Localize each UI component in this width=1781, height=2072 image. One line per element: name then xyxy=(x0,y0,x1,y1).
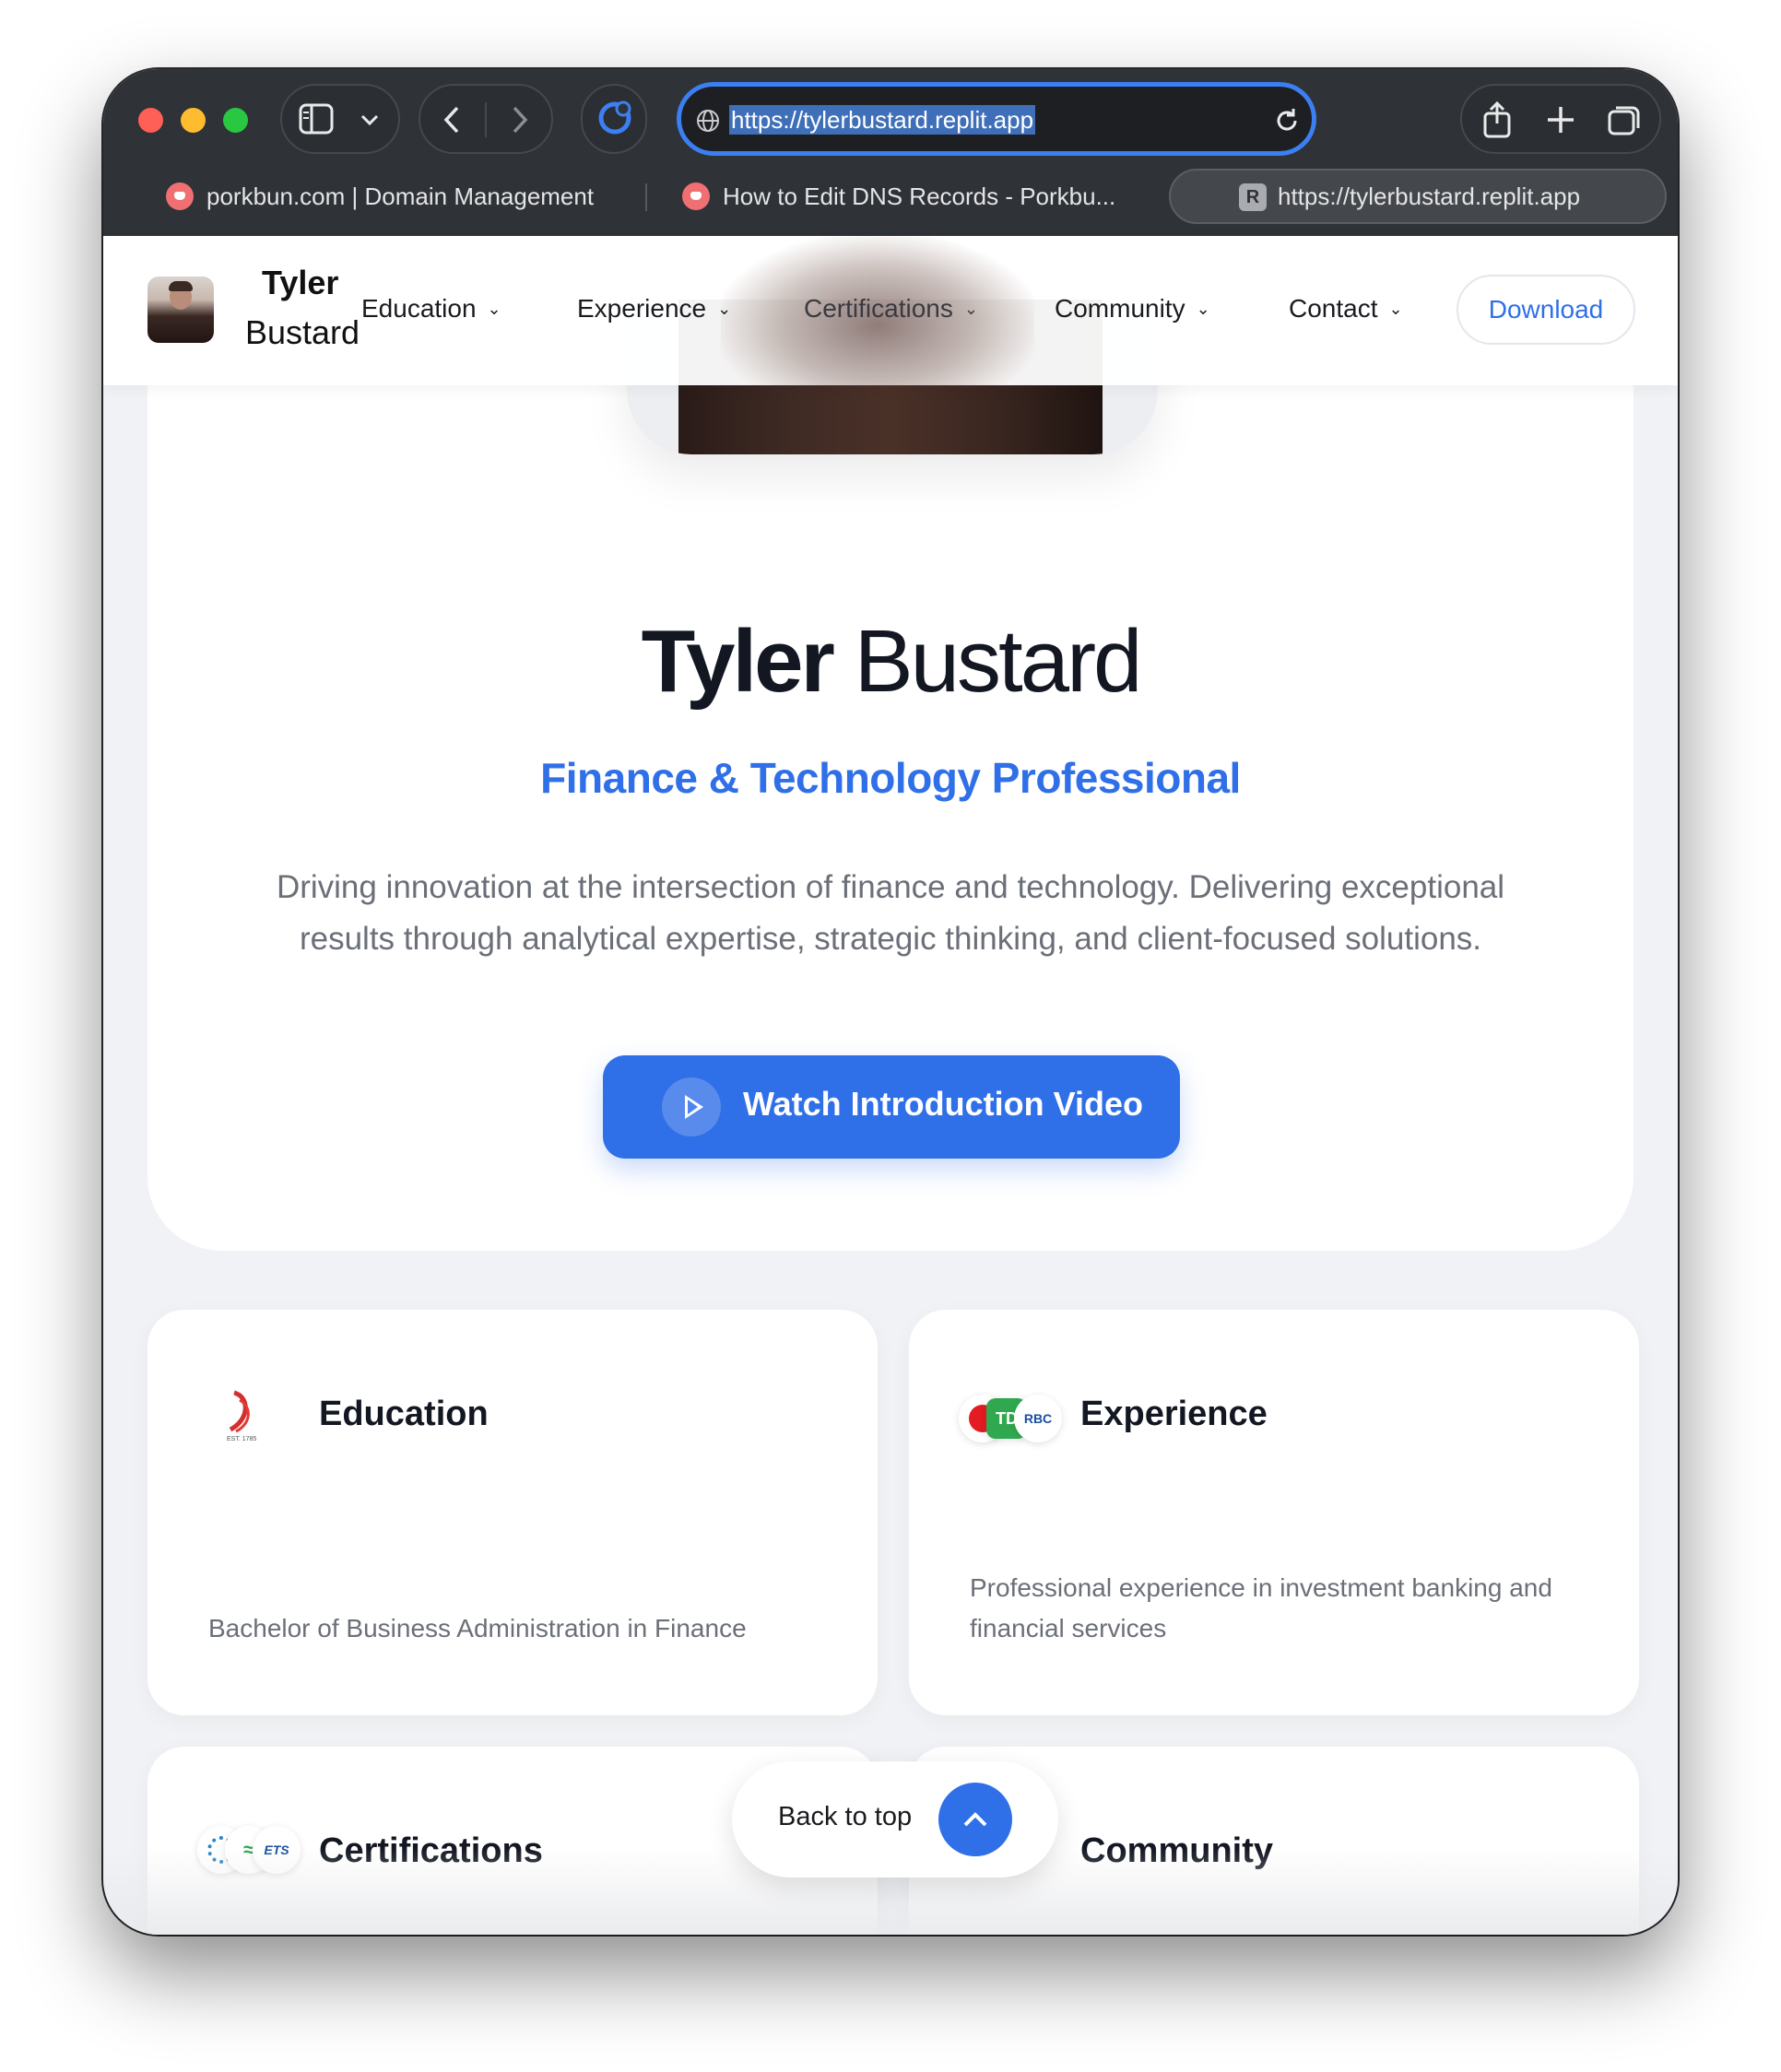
chevron-down-icon: ⌄ xyxy=(487,300,501,318)
nav-item-label: Experience xyxy=(577,294,707,323)
tab-overview-icon[interactable] xyxy=(1606,102,1643,137)
zoom-window-button[interactable] xyxy=(223,108,248,133)
sidebar-icon xyxy=(299,103,334,135)
download-button[interactable]: Download xyxy=(1457,275,1635,345)
hero-name: Tyler Bustard xyxy=(147,611,1634,712)
chevron-down-icon: ⌄ xyxy=(1196,300,1210,318)
minimize-window-button[interactable] xyxy=(181,108,206,133)
porkbun-icon xyxy=(682,182,710,210)
nav-item-experience[interactable]: Experience ⌄ xyxy=(577,294,731,324)
porkbun-icon xyxy=(166,182,194,210)
close-window-button[interactable] xyxy=(138,108,163,133)
hero-description: Driving innovation at the intersection o… xyxy=(276,869,1505,957)
extension-icon xyxy=(598,100,631,135)
university-logo-icon: EST. 1785 xyxy=(227,1390,256,1442)
watch-video-label: Watch Introduction Video xyxy=(743,1085,1143,1123)
experience-card-title: Experience xyxy=(1080,1395,1268,1433)
tab-title: https://tylerbustard.replit.app xyxy=(1278,182,1581,210)
chevron-up-icon xyxy=(938,1783,1012,1856)
sidebar-toggle-button[interactable] xyxy=(280,84,400,154)
replit-favicon-icon: R xyxy=(1239,183,1267,211)
hero-card: Tyler Bustard Finance & Technology Profe… xyxy=(147,300,1634,1251)
hero-name-first: Tyler xyxy=(641,612,835,711)
tab-porkbun-domain[interactable]: porkbun.com | Domain Management xyxy=(118,169,634,224)
rbc-logo-icon: RBC xyxy=(1014,1395,1062,1442)
education-card-title: Education xyxy=(319,1395,489,1433)
nav-item-education[interactable]: Education ⌄ xyxy=(361,294,501,324)
url-text[interactable]: https://tylerbustard.replit.app xyxy=(729,105,1036,135)
new-tab-icon[interactable] xyxy=(1545,104,1576,135)
brand-first-name[interactable]: Tyler xyxy=(262,264,338,302)
avatar[interactable] xyxy=(147,277,214,343)
play-icon xyxy=(662,1077,721,1136)
extension-button[interactable] xyxy=(581,84,647,154)
chevron-down-icon: ⌄ xyxy=(1388,300,1403,318)
address-bar[interactable]: https://tylerbustard.replit.app xyxy=(677,82,1316,156)
back-to-top-button[interactable]: Back to top xyxy=(732,1761,1058,1878)
brand-last-name[interactable]: Bustard xyxy=(245,313,360,352)
university-logo-text: EST. 1785 xyxy=(227,1436,256,1442)
chevron-down-icon: ⌄ xyxy=(717,300,732,318)
hero-name-last: Bustard xyxy=(854,612,1143,711)
chevron-down-icon xyxy=(360,114,379,126)
tab-title: porkbun.com | Domain Management xyxy=(206,182,595,210)
history-nav-group xyxy=(419,84,553,154)
experience-card[interactable]: TD RBC Experience Professional experienc… xyxy=(909,1310,1639,1715)
browser-toolbar: https://tylerbustard.replit.app porkbun.… xyxy=(103,69,1678,236)
globe-icon xyxy=(697,110,719,132)
tab-tylerbustard[interactable]: R https://tylerbustard.replit.app xyxy=(1169,169,1667,224)
hero-title: Finance & Technology Professional xyxy=(540,754,1241,802)
nav-item-label: Contact xyxy=(1289,294,1378,323)
nav-item-certifications[interactable]: Certifications ⌄ xyxy=(804,294,978,324)
nav-item-label: Certifications xyxy=(804,294,953,323)
site-navigation: Tyler Bustard Education ⌄ Experience ⌄ Cer… xyxy=(103,236,1678,385)
education-card-description: Bachelor of Business Administration in F… xyxy=(208,1614,747,1642)
experience-card-description: Professional experience in investment ba… xyxy=(970,1573,1552,1642)
forward-arrow-icon[interactable] xyxy=(507,104,531,135)
watch-video-button[interactable]: Watch Introduction Video xyxy=(603,1055,1180,1159)
nav-item-label: Education xyxy=(361,294,477,323)
back-arrow-icon[interactable] xyxy=(441,104,465,135)
nav-item-contact[interactable]: Contact ⌄ xyxy=(1289,294,1403,324)
nav-item-community[interactable]: Community ⌄ xyxy=(1055,294,1210,324)
tab-bar: porkbun.com | Domain Management How to E… xyxy=(118,169,1667,226)
browser-window: https://tylerbustard.replit.app porkbun.… xyxy=(103,69,1678,1935)
chevron-down-icon: ⌄ xyxy=(963,300,978,318)
share-icon[interactable] xyxy=(1480,100,1514,139)
back-to-top-label: Back to top xyxy=(778,1802,913,1831)
reload-icon[interactable] xyxy=(1271,105,1303,136)
browser-actions-group xyxy=(1460,84,1661,154)
tab-title: How to Edit DNS Records - Porkbu... xyxy=(723,182,1116,210)
tab-porkbun-dns[interactable]: How to Edit DNS Records - Porkbu... xyxy=(634,169,1150,224)
nav-item-label: Community xyxy=(1055,294,1185,323)
education-card[interactable]: EST. 1785 Education Bachelor of Business… xyxy=(147,1310,878,1715)
